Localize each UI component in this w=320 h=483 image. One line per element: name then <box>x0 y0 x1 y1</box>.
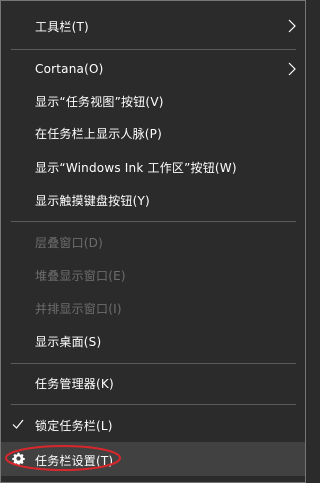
menu-item-label: 显示触摸键盘按钮(Y) <box>35 193 150 208</box>
menu-item-label: 在任务栏上显示人脉(P) <box>35 126 163 141</box>
menu-separator <box>11 363 296 364</box>
taskbar-context-menu: 工具栏(T) Cortana(O) 显示“任务视图”按钮(V) 在任务栏上显示人… <box>0 0 306 483</box>
menu-separator <box>11 404 296 405</box>
menu-item-toolbars[interactable]: 工具栏(T) <box>1 10 305 42</box>
menu-separator <box>11 221 296 222</box>
menu-item-label: 并排显示窗口(I) <box>35 301 122 316</box>
menu-item-stack-windows: 堆叠显示窗口(E) <box>1 259 305 291</box>
menu-item-label: 堆叠显示窗口(E) <box>35 268 126 283</box>
menu-item-show-people[interactable]: 在任务栏上显示人脉(P) <box>1 117 305 149</box>
menu-item-label: 显示桌面(S) <box>35 334 102 349</box>
menu-item-cascade-windows: 层叠窗口(D) <box>1 226 305 258</box>
chevron-right-icon <box>288 19 296 33</box>
menu-item-task-manager[interactable]: 任务管理器(K) <box>1 367 305 399</box>
checkmark-icon <box>12 419 24 429</box>
menu-separator <box>11 49 296 50</box>
menu-item-label: 工具栏(T) <box>35 19 89 34</box>
menu-item-side-by-side-windows: 并排显示窗口(I) <box>1 292 305 324</box>
menu-item-lock-taskbar[interactable]: 锁定任务栏(L) <box>1 409 305 441</box>
menu-item-show-touch-keyboard-button[interactable]: 显示触摸键盘按钮(Y) <box>1 184 305 216</box>
menu-item-label: 显示“Windows Ink 工作区”按钮(W) <box>35 160 237 175</box>
menu-item-label: 任务栏设置(T) <box>35 454 114 468</box>
menu-item-show-desktop[interactable]: 显示桌面(S) <box>1 325 305 357</box>
menu-item-show-windows-ink-button[interactable]: 显示“Windows Ink 工作区”按钮(W) <box>1 151 305 183</box>
menu-item-label: Cortana(O) <box>35 62 104 76</box>
menu-item-label: 锁定任务栏(L) <box>35 418 113 433</box>
menu-item-cortana[interactable]: Cortana(O) <box>1 53 305 85</box>
menu-item-label: 层叠窗口(D) <box>35 235 104 250</box>
menu-item-show-task-view-button[interactable]: 显示“任务视图”按钮(V) <box>1 85 305 117</box>
gear-icon <box>12 452 25 465</box>
menu-item-label: 任务管理器(K) <box>35 376 114 391</box>
menu-item-taskbar-settings[interactable]: 任务栏设置(T) <box>1 442 305 476</box>
menu-item-label: 显示“任务视图”按钮(V) <box>35 94 164 109</box>
chevron-right-icon <box>288 62 296 76</box>
